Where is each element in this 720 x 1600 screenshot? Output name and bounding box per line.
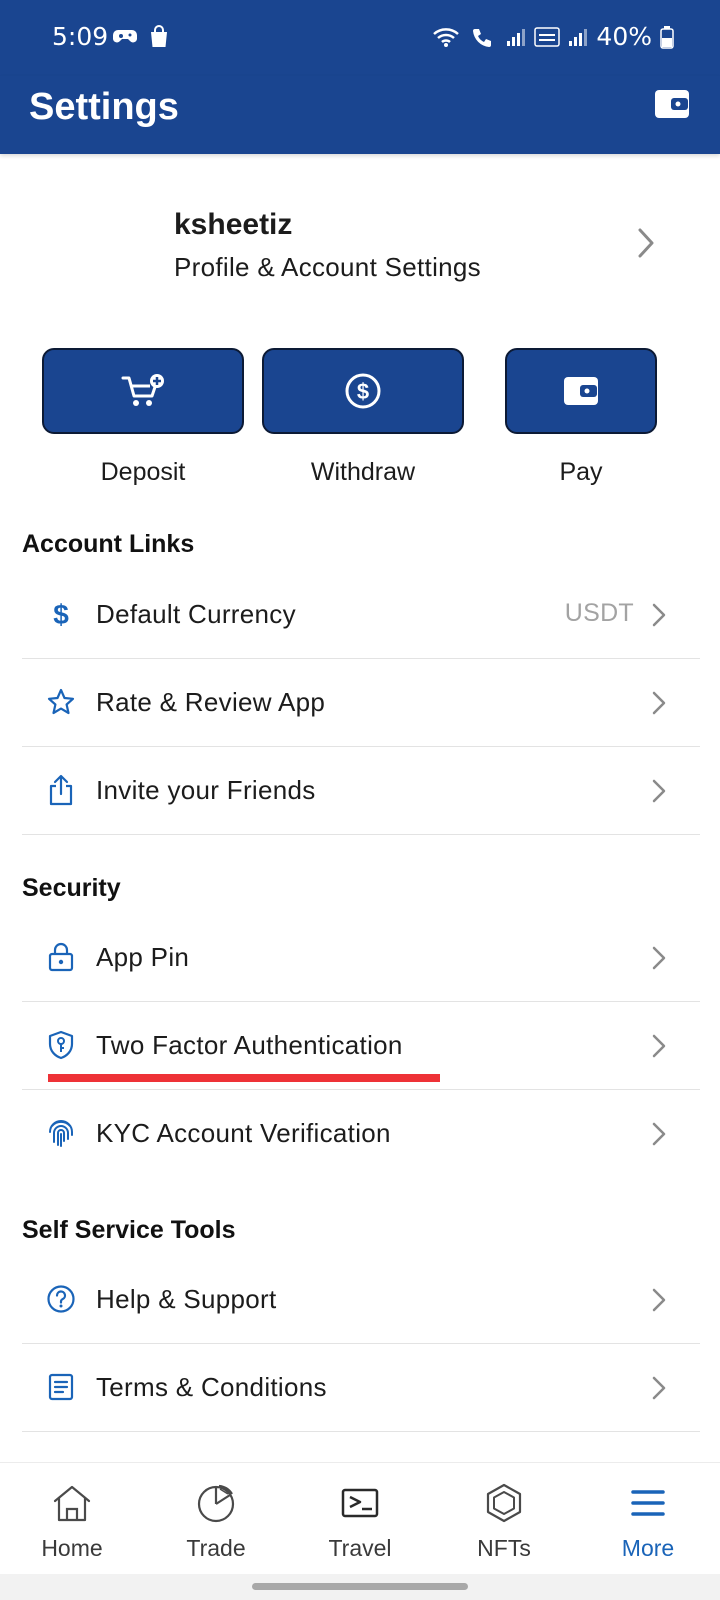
battery-level: 40%	[596, 22, 652, 51]
nav-trade[interactable]: Trade	[144, 1463, 288, 1575]
chevron-right-icon	[652, 1122, 666, 1146]
status-bar: 5:09 40%	[0, 0, 720, 76]
list-item-app-pin[interactable]: App Pin	[22, 914, 700, 1002]
section-title-security: Security	[22, 874, 121, 902]
deposit-button[interactable]	[42, 348, 244, 434]
list-item-label: Terms & Conditions	[96, 1372, 327, 1402]
dollar-icon: $	[46, 599, 76, 629]
list-item-label: Invite your Friends	[96, 775, 316, 805]
chevron-right-icon	[652, 779, 666, 803]
withdraw-label: Withdraw	[310, 458, 416, 486]
nav-label: Travel	[328, 1535, 392, 1561]
nav-more[interactable]: More	[576, 1463, 720, 1575]
currency-value: USDT	[564, 599, 634, 627]
chevron-right-icon	[652, 946, 666, 970]
wifi-icon	[433, 27, 460, 47]
nav-home[interactable]: Home	[0, 1463, 144, 1575]
nav-label: More	[621, 1535, 675, 1561]
deposit-label: Deposit	[100, 458, 186, 486]
fingerprint-icon	[46, 1118, 76, 1148]
lock-icon	[46, 942, 76, 972]
section-title-account-links: Account Links	[22, 530, 195, 558]
nav-nfts[interactable]: NFTs	[432, 1463, 576, 1575]
ticket-icon	[338, 1481, 382, 1525]
chevron-right-icon	[652, 1034, 666, 1058]
share-icon	[46, 774, 76, 806]
system-status: 40%	[432, 22, 674, 51]
chevron-right-icon	[652, 603, 666, 627]
list-item-label: Default Currency	[96, 599, 296, 629]
list-item-label: App Pin	[96, 942, 190, 972]
list-item-terms-conditions[interactable]: Terms & Conditions	[22, 1344, 700, 1432]
list-item-kyc-verification[interactable]: KYC Account Verification	[22, 1090, 700, 1178]
nav-travel[interactable]: Travel	[288, 1463, 432, 1575]
svg-text:$: $	[53, 599, 69, 629]
nav-label: NFTs	[477, 1535, 531, 1561]
list-item-help-support[interactable]: Help & Support	[22, 1256, 700, 1344]
list-item-label: Two Factor Authentication	[96, 1030, 403, 1060]
cart-add-icon	[121, 374, 164, 406]
chevron-right-icon	[652, 691, 666, 715]
wallet-icon	[564, 377, 598, 405]
signal-icon	[569, 28, 588, 46]
section-title-self-service: Self Service Tools	[22, 1216, 236, 1244]
shield-key-icon	[46, 1030, 76, 1060]
help-circle-icon	[46, 1284, 76, 1314]
menu-icon	[626, 1481, 670, 1525]
page-title: Settings	[29, 86, 179, 128]
signal-icon	[507, 28, 526, 46]
home-icon	[50, 1481, 94, 1525]
star-icon	[46, 687, 76, 717]
withdraw-button[interactable]: $	[262, 348, 464, 434]
list-item-label: Rate & Review App	[96, 687, 326, 717]
nav-label: Home	[41, 1535, 103, 1561]
game-controller-icon	[113, 30, 137, 43]
hexagon-icon	[482, 1481, 526, 1525]
shopping-bag-icon	[151, 25, 167, 47]
chevron-right-icon	[652, 1376, 666, 1400]
profile-username: ksheetiz	[174, 208, 293, 241]
pay-label: Pay	[559, 458, 603, 486]
list-item-rate-review[interactable]: Rate & Review App	[22, 659, 700, 747]
wallet-icon[interactable]	[654, 89, 690, 119]
highlight-underline	[48, 1074, 440, 1082]
dollar-circle-icon: $	[345, 373, 381, 409]
chevron-right-icon	[652, 1288, 666, 1312]
list-item-label: Help & Support	[96, 1284, 277, 1314]
status-time: 5:09	[52, 22, 109, 51]
list-item-invite-friends[interactable]: Invite your Friends	[22, 747, 700, 835]
pay-button[interactable]	[505, 348, 657, 434]
gesture-bar	[0, 1574, 720, 1600]
nav-label: Trade	[186, 1535, 246, 1561]
profile-subtitle: Profile & Account Settings	[174, 252, 481, 282]
chevron-right-icon	[638, 228, 654, 258]
battery-icon	[660, 25, 674, 49]
document-icon	[46, 1372, 76, 1402]
list-item-default-currency[interactable]: $ Default Currency USDT	[22, 571, 700, 659]
bottom-nav: Home Trade Travel NFTs More	[0, 1462, 720, 1574]
volte-lte-icon	[534, 26, 561, 47]
app-bar: Settings	[0, 76, 720, 154]
wifi-call-icon	[473, 28, 492, 47]
home-indicator[interactable]	[252, 1583, 468, 1590]
notification-icons	[112, 24, 170, 48]
svg-text:$: $	[357, 379, 369, 404]
profile-row[interactable]: ksheetiz Profile & Account Settings	[0, 196, 720, 296]
pie-chart-icon	[194, 1481, 238, 1525]
list-item-label: KYC Account Verification	[96, 1118, 391, 1148]
